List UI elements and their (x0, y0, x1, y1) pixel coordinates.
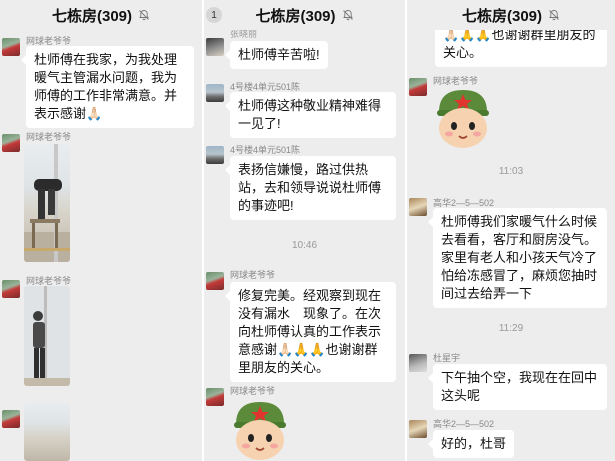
message-bubble[interactable]: 好的，杜哥 (427, 430, 515, 458)
message-bubble[interactable]: 杜师傅这种敬业精神难得一见了! (225, 92, 396, 138)
mute-bell-icon (342, 10, 353, 21)
soldier-sticker[interactable] (431, 86, 495, 149)
sender-name: 网球老爷爷 (230, 270, 276, 280)
image-message[interactable] (24, 402, 70, 461)
avatar[interactable] (206, 84, 224, 102)
avatar[interactable] (206, 388, 224, 406)
avatar[interactable] (2, 410, 20, 428)
avatar[interactable] (409, 420, 427, 438)
chat-title: 七栋房(309) (255, 7, 336, 25)
sender-name: 杜星宇 (433, 353, 461, 363)
chat-title: 七栋房(309) (461, 7, 543, 25)
worker-photo (24, 144, 70, 262)
message-bubble[interactable]: 杜师傅在我家，为我处理暖气主管漏水问题，我为师傅的工作非常满意。并表示感谢🙏🏻 (21, 46, 194, 128)
worker-photo (24, 286, 70, 386)
avatar[interactable] (2, 280, 20, 298)
mute-bell-icon (139, 10, 149, 21)
avatar[interactable] (409, 354, 427, 372)
avatar[interactable] (206, 38, 224, 56)
mute-bell-icon (549, 10, 559, 21)
message-bubble[interactable]: 杜师傅我们家暖气什么时候去看看，客厅和厨房没气。家里有老人和小孩天气冷了怕给冻感… (428, 208, 607, 308)
avatar[interactable] (2, 38, 20, 56)
sender-name: 网球老爷爷 (230, 386, 276, 396)
chat-panel-2: 1 七栋房(309) 张晓丽 杜师傅辛苦啦! 4号楼4单元501陈 杜师傅这种敬… (204, 0, 405, 461)
avatar[interactable] (2, 134, 20, 152)
chat-panel-1: 七栋房(309) 网球老爷爷 杜师傅在我家，为我处理暖气主管漏水问题，我为师傅的… (0, 0, 202, 461)
sender-name: 4号楼4单元501陈 (230, 145, 301, 155)
avatar[interactable] (206, 146, 224, 164)
unread-badge[interactable]: 1 (206, 7, 222, 23)
avatar[interactable] (409, 198, 427, 216)
chat-header: 1 七栋房(309) (204, 0, 405, 30)
timestamp: 11:03 (498, 166, 524, 177)
chat-header: 七栋房(309) (407, 0, 615, 30)
message-bubble[interactable]: 修复完美。经观察到现在没有漏水 现象了。在次向杜师傅认真的工作表示意感谢🙏🏻🙏🙏… (225, 282, 396, 382)
sender-name: 高华2—5—502 (433, 419, 495, 429)
image-message[interactable] (24, 144, 70, 262)
message-bubble[interactable]: 杜师傅辛苦啦! (225, 41, 328, 69)
sender-name: 网球老爷爷 (26, 132, 72, 142)
chat-title: 七栋房(309) (51, 7, 133, 25)
chat-panel-3: 🙏🏻🙏🙏也谢谢群里朋友的关心。 七栋房(309) 网球老爷爷 11:03 高华2… (407, 0, 615, 461)
soldier-sticker[interactable] (228, 398, 292, 461)
avatar[interactable] (206, 272, 224, 290)
message-bubble[interactable]: 表扬信嫌慢，路过供热站，去和领导说说杜师傅的事迹吧! (225, 156, 396, 220)
chat-header: 七栋房(309) (0, 0, 202, 30)
image-message[interactable] (24, 286, 70, 386)
avatar[interactable] (409, 78, 427, 96)
message-bubble[interactable]: 下午抽个空，我现在在回中这头呢 (428, 364, 607, 410)
timestamp: 10:46 (291, 240, 318, 251)
timestamp: 11:29 (498, 323, 524, 334)
